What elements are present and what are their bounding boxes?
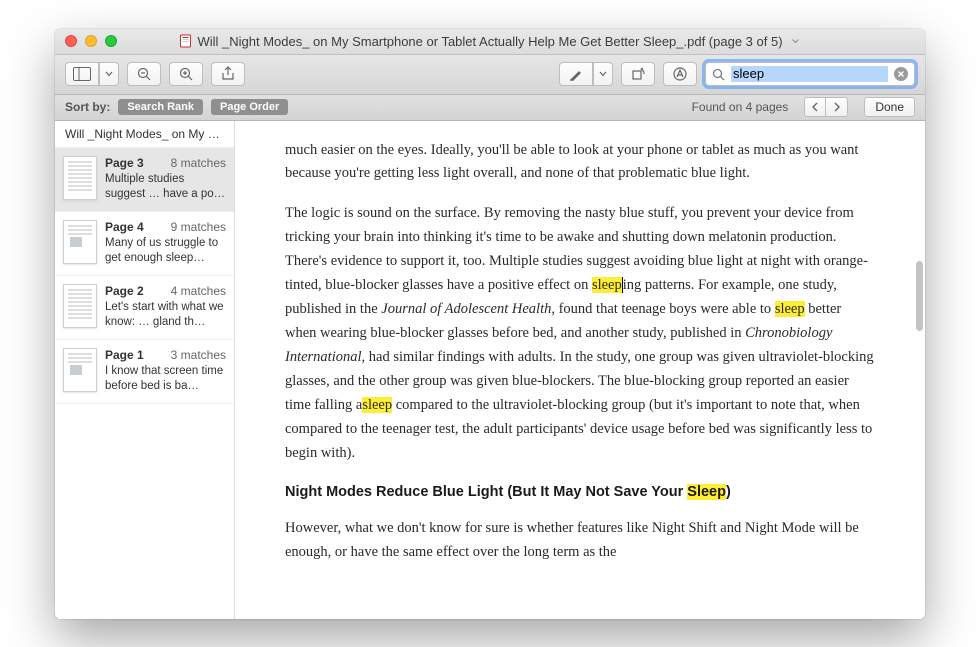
highlight-button[interactable] — [559, 62, 593, 86]
search-field[interactable]: sleep — [705, 62, 915, 86]
clear-search-button[interactable] — [894, 67, 908, 81]
share-button[interactable] — [211, 62, 245, 86]
result-count: 3 matches — [171, 348, 226, 362]
page-thumbnail — [63, 220, 97, 264]
toolbar: sleep — [55, 55, 925, 95]
document-icon — [179, 34, 191, 48]
paragraph: However, what we don't know for sure is … — [285, 517, 875, 565]
zoom-button[interactable] — [105, 35, 117, 47]
section-heading: Night Modes Reduce Blue Light (But It Ma… — [285, 481, 875, 505]
sidebar-doc-title: Will _Night Modes_ on My Sma… — [55, 121, 234, 148]
result-count: 8 matches — [171, 156, 226, 170]
result-snippet: Let's start with what we know: … gland t… — [105, 300, 226, 331]
search-results-sidebar[interactable]: Will _Night Modes_ on My Sma… Page 3 8 m… — [55, 121, 235, 619]
result-snippet: Many of us struggle to get enough sleep… — [105, 236, 226, 267]
preview-window: Will _Night Modes_ on My Smartphone or T… — [55, 29, 925, 619]
view-mode-segment — [65, 62, 119, 86]
result-meta: Page 2 4 matches Let's start with what w… — [105, 284, 226, 331]
done-button[interactable]: Done — [864, 97, 915, 117]
sort-page-order[interactable]: Page Order — [211, 99, 288, 115]
markup-toolbar-button[interactable] — [663, 62, 697, 86]
main-area: Will _Night Modes_ on My Sma… Page 3 8 m… — [55, 121, 925, 619]
highlight: sleep — [362, 397, 392, 413]
sidebar-toggle-button[interactable] — [65, 62, 99, 86]
search-result[interactable]: Page 2 4 matches Let's start with what w… — [55, 276, 234, 340]
found-count: Found on 4 pages — [692, 100, 789, 114]
result-page: Page 3 — [105, 156, 144, 170]
document-content[interactable]: much easier on the eyes. Ideally, you'll… — [235, 121, 925, 619]
sort-search-rank[interactable]: Search Rank — [118, 99, 203, 115]
result-page: Page 1 — [105, 348, 144, 362]
minimize-button[interactable] — [85, 35, 97, 47]
result-count: 9 matches — [171, 220, 226, 234]
markup-segment — [559, 62, 613, 86]
window-title-wrap[interactable]: Will _Night Modes_ on My Smartphone or T… — [179, 34, 800, 49]
search-icon — [712, 68, 725, 81]
page-thumbnail — [63, 156, 97, 200]
paragraph: much easier on the eyes. Ideally, you'll… — [285, 139, 875, 187]
page-thumbnail — [63, 284, 97, 328]
titlebar: Will _Night Modes_ on My Smartphone or T… — [55, 29, 925, 55]
result-nav — [804, 97, 848, 117]
prev-result-button[interactable] — [804, 97, 826, 117]
search-result[interactable]: Page 1 3 matches I know that screen time… — [55, 340, 234, 404]
search-result[interactable]: Page 3 8 matches Multiple studies sugges… — [55, 148, 234, 212]
sort-label: Sort by: — [65, 100, 110, 114]
scrollbar-thumb[interactable] — [916, 261, 923, 331]
rotate-button[interactable] — [621, 62, 655, 86]
highlight: Sleep — [687, 484, 726, 500]
result-meta: Page 3 8 matches Multiple studies sugges… — [105, 156, 226, 203]
result-page: Page 2 — [105, 284, 144, 298]
result-snippet: I know that screen time before bed is ba… — [105, 364, 226, 395]
window-title: Will _Night Modes_ on My Smartphone or T… — [197, 34, 782, 49]
result-meta: Page 4 9 matches Many of us struggle to … — [105, 220, 226, 267]
chevron-down-icon — [791, 36, 801, 46]
result-page: Page 4 — [105, 220, 144, 234]
sort-bar: Sort by: Search Rank Page Order Found on… — [55, 95, 925, 121]
paragraph: The logic is sound on the surface. By re… — [285, 202, 875, 465]
result-meta: Page 1 3 matches I know that screen time… — [105, 348, 226, 395]
result-count: 4 matches — [171, 284, 226, 298]
highlight: sleep — [775, 301, 805, 317]
search-value[interactable]: sleep — [731, 66, 888, 82]
sidebar-menu-button[interactable] — [99, 62, 119, 86]
result-snippet: Multiple studies suggest … have a po… — [105, 172, 226, 203]
highlight: sleep — [592, 277, 623, 293]
traffic-lights — [65, 35, 117, 47]
highlight-menu-button[interactable] — [593, 62, 613, 86]
close-button[interactable] — [65, 35, 77, 47]
page-thumbnail — [63, 348, 97, 392]
search-result[interactable]: Page 4 9 matches Many of us struggle to … — [55, 212, 234, 276]
next-result-button[interactable] — [826, 97, 848, 117]
zoom-out-button[interactable] — [127, 62, 161, 86]
zoom-in-button[interactable] — [169, 62, 203, 86]
